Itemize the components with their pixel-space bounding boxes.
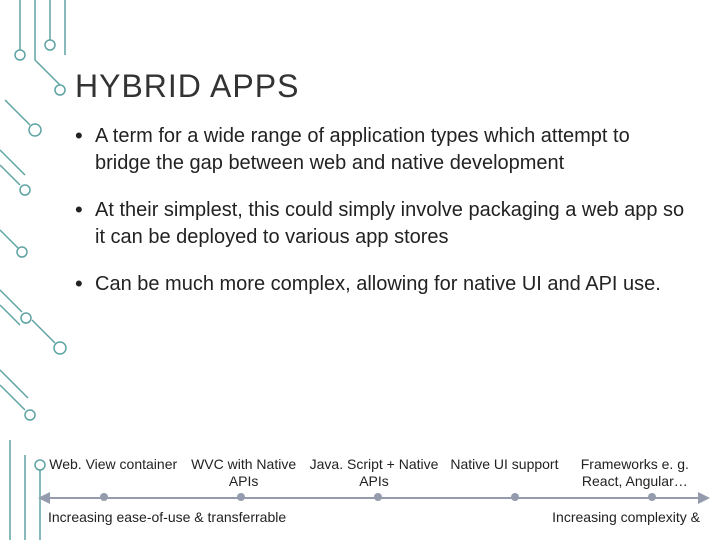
spectrum-captions: Increasing ease-of-use & transferrable I…	[48, 509, 700, 527]
spectrum-arrow-line	[48, 497, 700, 499]
spectrum-label: Web. View container	[48, 456, 178, 474]
bullet-item: At their simplest, this could simply inv…	[75, 197, 690, 251]
spectrum-caption-right: Increasing complexity &	[552, 509, 700, 527]
slide-content: HYBRID APPS A term for a wide range of a…	[75, 68, 690, 318]
slide-title: HYBRID APPS	[75, 68, 690, 105]
bullet-item: Can be much more complex, allowing for n…	[75, 271, 690, 298]
spectrum-labels: Web. View container WVC with Native APIs…	[48, 456, 700, 491]
spectrum-label: Native UI support	[439, 456, 569, 474]
spectrum-diagram: Web. View container WVC with Native APIs…	[48, 456, 700, 527]
spectrum-label: Java. Script + Native APIs	[309, 456, 439, 491]
bullet-list: A term for a wide range of application t…	[75, 123, 690, 298]
spectrum-label: WVC with Native APIs	[178, 456, 308, 491]
spectrum-label: Frameworks e. g. React, Angular…	[570, 456, 700, 491]
bullet-item: A term for a wide range of application t…	[75, 123, 690, 177]
spectrum-caption-left: Increasing ease-of-use & transferrable	[48, 509, 286, 527]
